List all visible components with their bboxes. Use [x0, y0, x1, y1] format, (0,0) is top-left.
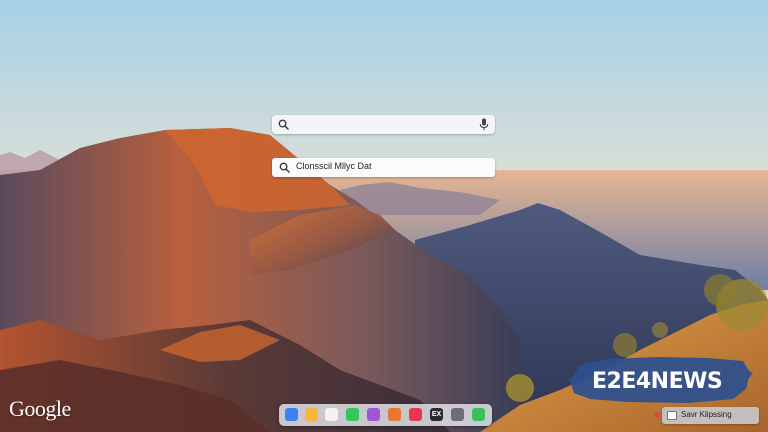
notification-icon: [667, 411, 677, 420]
notes-icon[interactable]: [305, 408, 318, 421]
notification-dot: [654, 412, 660, 418]
google-logo: Google: [9, 396, 71, 421]
settings-icon[interactable]: [451, 408, 464, 421]
finder-icon[interactable]: [285, 408, 298, 421]
notification-tray[interactable]: Savr Klipssing: [654, 407, 759, 424]
search-suggestion[interactable]: Clonsscil Mllyc Dat: [272, 158, 495, 177]
suggestion-text: Clonsscil Mllyc Dat: [296, 161, 372, 171]
news-logo: E2E4NEWS: [592, 369, 723, 394]
terminal-icon[interactable]: EX: [430, 408, 443, 421]
calendar-icon[interactable]: [325, 408, 338, 421]
search-icon: [279, 162, 290, 173]
messages-icon[interactable]: [346, 408, 359, 421]
podcasts-icon[interactable]: [367, 408, 380, 421]
dock: EX: [279, 404, 492, 426]
search-input[interactable]: [294, 117, 473, 132]
chrome-icon[interactable]: [388, 408, 401, 421]
tray-text: Savr Klipssing: [681, 410, 732, 419]
microphone-icon[interactable]: [479, 118, 489, 131]
facetime-icon[interactable]: [472, 408, 485, 421]
search-icon: [278, 119, 289, 130]
music-icon[interactable]: [409, 408, 422, 421]
search-bar[interactable]: [272, 115, 495, 134]
